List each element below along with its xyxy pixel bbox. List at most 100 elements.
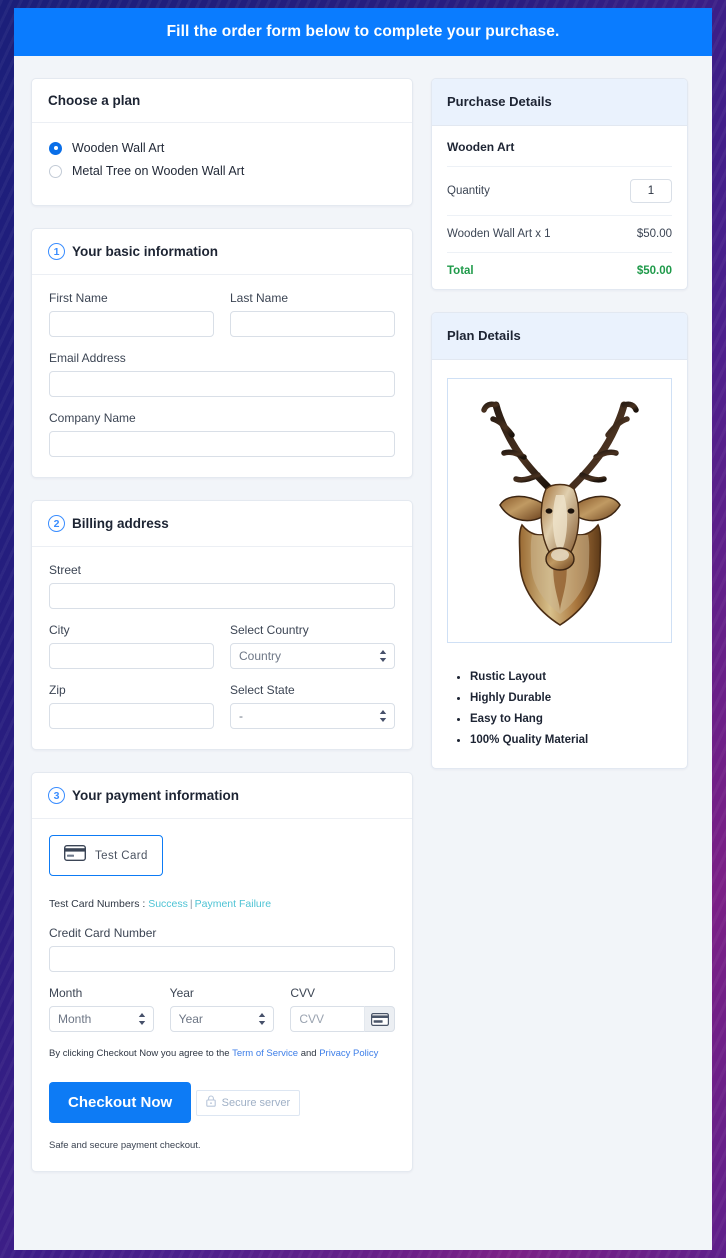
payment-information-header: 3 Your payment information	[32, 773, 412, 819]
payment-information-title: Your payment information	[72, 788, 240, 803]
payment-information-body: Test Card Test Card Numbers : Success | Pa…	[32, 819, 412, 1171]
lock-icon	[205, 1094, 216, 1112]
terms-prefix: By clicking Checkout Now you agree to th…	[49, 1048, 233, 1059]
zip-state-row: Zip Select State	[49, 683, 395, 729]
city-country-row: City Select Country	[49, 623, 395, 683]
banner-title: Fill the order form below to complete yo…	[166, 23, 560, 40]
credit-card-icon	[63, 844, 87, 866]
payment-information-card: 3 Your payment information Test Card Tes…	[31, 772, 413, 1172]
test-card-separator: |	[189, 898, 193, 910]
first-name-input[interactable]	[49, 311, 214, 337]
purchase-details-header: Purchase Details	[432, 79, 687, 126]
name-row: First Name Last Name	[49, 291, 395, 351]
step-number-badge: 1	[48, 243, 65, 260]
company-label: Company Name	[49, 411, 136, 425]
country-field-group: Select Country	[230, 623, 395, 669]
test-card-success-link[interactable]: Success	[148, 898, 188, 910]
card-back-cvv-icon	[364, 1006, 396, 1032]
last-name-label: Last Name	[230, 291, 289, 305]
month-field-group: Month	[49, 986, 154, 1032]
wooden-deer-wall-art-image	[460, 383, 660, 638]
billing-address-card: 2 Billing address Street City Select Cou…	[31, 500, 413, 750]
first-name-field-group: First Name	[49, 291, 214, 337]
choose-plan-body: Wooden Wall Art Metal Tree on Wooden Wal…	[32, 123, 412, 205]
card-number-field-group: Credit Card Number	[49, 926, 395, 972]
terms-agreement-text: By clicking Checkout Now you agree to th…	[49, 1048, 395, 1059]
cvv-label: CVV	[290, 986, 316, 1000]
step-number-badge: 2	[48, 515, 65, 532]
test-card-failure-link[interactable]: Payment Failure	[195, 898, 271, 910]
state-select[interactable]	[230, 703, 395, 729]
radio-icon-unselected[interactable]	[49, 164, 62, 178]
basic-information-title: Your basic information	[72, 244, 219, 259]
secure-server-badge: Secure server	[195, 1090, 301, 1116]
email-input[interactable]	[49, 371, 395, 397]
expiry-cvv-row: Month Month Year Year CVV CVV	[49, 986, 396, 1032]
plan-details-header: Plan Details	[432, 313, 687, 360]
plan-option-label: Wooden Wall Art	[72, 141, 165, 155]
radio-icon-selected[interactable]	[49, 141, 62, 155]
checkout-now-button[interactable]: Checkout Now	[49, 1082, 192, 1123]
state-select-wrapper[interactable]	[230, 703, 395, 729]
street-field-group: Street	[49, 563, 395, 609]
line-item-row: Wooden Wall Art x 1 $50.00	[447, 216, 672, 253]
plan-option-label: Metal Tree on Wooden Wall Art	[72, 164, 245, 178]
first-name-label: First Name	[49, 291, 108, 305]
purchase-details-title: Purchase Details	[447, 94, 552, 109]
list-item: Easy to Hang	[455, 713, 672, 725]
zip-input[interactable]	[49, 703, 214, 729]
month-select-wrapper[interactable]	[49, 1006, 154, 1032]
plan-option-metal-tree[interactable]: Metal Tree on Wooden Wall Art	[49, 162, 395, 180]
test-card-button[interactable]: Test Card	[49, 835, 163, 876]
line-item-price: $50.00	[636, 228, 672, 240]
year-select-wrapper[interactable]	[169, 1006, 275, 1032]
year-select[interactable]	[169, 1006, 275, 1032]
plan-features-list: Rustic Layout Highly Durable Easy to Han…	[455, 671, 672, 746]
company-field-group: Company Name	[49, 411, 395, 457]
month-label: Month	[49, 986, 83, 1000]
privacy-policy-link[interactable]: Privacy Policy	[319, 1048, 378, 1059]
total-value: $50.00	[636, 265, 672, 277]
cvv-input[interactable]	[290, 1006, 365, 1032]
company-input[interactable]	[49, 431, 395, 457]
choose-plan-card: Choose a plan Wooden Wall Art Metal Tree…	[31, 78, 413, 206]
country-select-wrapper[interactable]	[230, 643, 395, 669]
choose-plan-title: Choose a plan	[48, 93, 141, 108]
zip-label: Zip	[49, 683, 66, 697]
purchase-product-name: Wooden Art	[447, 126, 672, 167]
test-card-label: Test Card	[95, 849, 148, 862]
last-name-input[interactable]	[230, 311, 395, 337]
month-select[interactable]	[49, 1006, 154, 1032]
choose-plan-header: Choose a plan	[32, 79, 412, 123]
cvv-input-group	[290, 1006, 396, 1032]
email-label: Email Address	[49, 351, 126, 365]
billing-address-body: Street City Select Country Country Zip S…	[32, 547, 412, 749]
terms-middle: and	[298, 1048, 320, 1059]
zip-field-group: Zip	[49, 683, 214, 729]
card-number-input[interactable]	[49, 946, 395, 972]
plan-option-wooden-wall-art[interactable]: Wooden Wall Art	[49, 139, 395, 157]
street-label: Street	[49, 563, 82, 577]
country-select[interactable]	[230, 643, 395, 669]
list-item: 100% Quality Material	[455, 734, 672, 746]
state-label: Select State	[230, 683, 295, 697]
country-label: Select Country	[230, 623, 309, 637]
page-frame: Fill the order form below to complete yo…	[14, 8, 712, 1250]
safe-checkout-note: Safe and secure payment checkout.	[49, 1140, 201, 1151]
email-field-group: Email Address	[49, 351, 395, 397]
total-row: Total $50.00	[447, 253, 672, 289]
quantity-input[interactable]	[630, 179, 672, 203]
terms-of-service-link[interactable]: Term of Service	[232, 1048, 298, 1059]
basic-information-header: 1 Your basic information	[32, 229, 412, 275]
basic-information-card: 1 Your basic information First Name Last…	[31, 228, 413, 478]
street-input[interactable]	[49, 583, 395, 609]
year-field-group: Year	[169, 986, 275, 1032]
total-label: Total	[447, 265, 474, 277]
city-input[interactable]	[49, 643, 214, 669]
header-banner: Fill the order form below to complete yo…	[14, 8, 712, 56]
last-name-field-group: Last Name	[230, 291, 395, 337]
quantity-row: Quantity	[447, 167, 672, 216]
city-label: City	[49, 623, 70, 637]
plan-details-card: Plan Details Rustic Layout Highly Durabl…	[431, 312, 688, 769]
quantity-label: Quantity	[447, 185, 490, 197]
